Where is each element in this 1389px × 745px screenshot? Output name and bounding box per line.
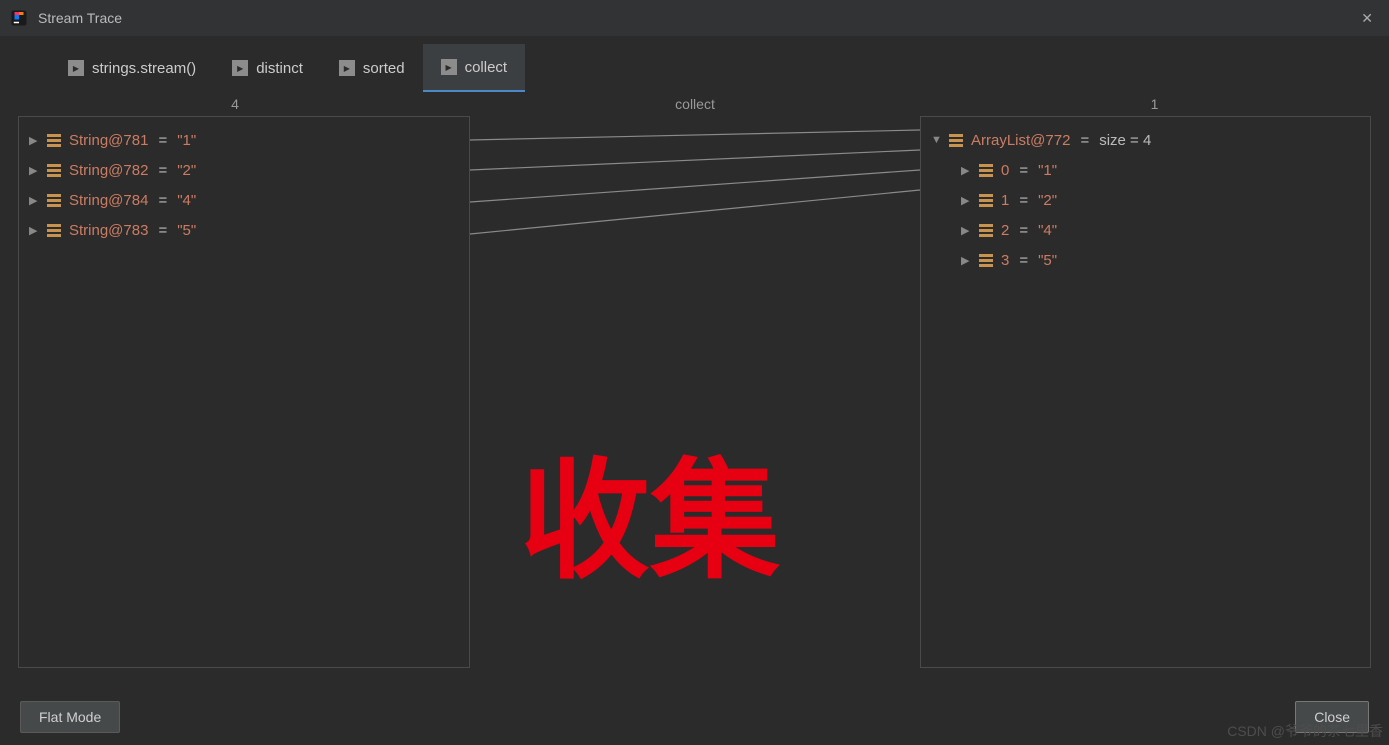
tab-label: sorted (363, 60, 405, 77)
object-icon (47, 194, 61, 207)
tab-distinct[interactable]: distinct (214, 44, 321, 92)
intellij-icon (10, 9, 28, 27)
object-icon (979, 164, 993, 177)
tab-sorted[interactable]: sorted (321, 44, 423, 92)
play-icon (68, 60, 84, 76)
object-value: "2" (177, 162, 196, 179)
right-count: 1 (920, 96, 1389, 112)
mapping-panel: 收集 (470, 116, 920, 668)
equals-sign: = (158, 162, 167, 179)
object-value: "1" (177, 132, 196, 149)
input-panel: ▶ String@781 = "1" ▶ String@782 = "2" ▶ … (18, 116, 470, 668)
equals-sign: = (1080, 132, 1089, 149)
play-icon (232, 60, 248, 76)
left-count: 4 (0, 96, 470, 112)
object-name: String@781 (69, 132, 148, 149)
close-icon[interactable]: ✕ (1355, 10, 1379, 27)
object-name: String@782 (69, 162, 148, 179)
object-value: "4" (1038, 222, 1057, 239)
expand-icon[interactable]: ▶ (29, 224, 39, 237)
equals-sign: = (158, 222, 167, 239)
list-item[interactable]: ▶ String@782 = "2" (23, 155, 465, 185)
tab-bar: strings.stream() distinct sorted collect (0, 44, 1389, 92)
object-icon (949, 134, 963, 147)
mid-label: collect (470, 96, 920, 112)
expand-icon[interactable]: ▶ (29, 164, 39, 177)
tab-label: strings.stream() (92, 60, 196, 77)
equals-sign: = (1019, 222, 1028, 239)
object-icon (47, 134, 61, 147)
object-value: "5" (177, 222, 196, 239)
content: ▶ String@781 = "1" ▶ String@782 = "2" ▶ … (0, 116, 1389, 668)
play-icon (441, 59, 457, 75)
list-item[interactable]: ▶ String@783 = "5" (23, 215, 465, 245)
object-value: size = 4 (1099, 132, 1151, 149)
expand-icon[interactable]: ▶ (29, 194, 39, 207)
expand-icon[interactable]: ▶ (961, 254, 971, 267)
tab-label: collect (465, 59, 508, 76)
list-item[interactable]: ▶ 0 = "1" (925, 155, 1366, 185)
list-item[interactable]: ▶ String@784 = "4" (23, 185, 465, 215)
object-icon (47, 164, 61, 177)
list-item[interactable]: ▶ 1 = "2" (925, 185, 1366, 215)
equals-sign: = (158, 132, 167, 149)
output-panel: ▼ ArrayList@772 = size = 4 ▶ 0 = "1" ▶ 1… (920, 116, 1371, 668)
object-name: String@783 (69, 222, 148, 239)
title-bar: Stream Trace ✕ (0, 0, 1389, 36)
object-icon (979, 194, 993, 207)
list-item[interactable]: ▼ ArrayList@772 = size = 4 (925, 125, 1366, 155)
tab-collect[interactable]: collect (423, 44, 526, 92)
expand-icon[interactable]: ▶ (29, 134, 39, 147)
object-icon (979, 254, 993, 267)
object-name: 3 (1001, 252, 1009, 269)
object-value: "5" (1038, 252, 1057, 269)
object-name: ArrayList@772 (971, 132, 1070, 149)
object-icon (47, 224, 61, 237)
flat-mode-button[interactable]: Flat Mode (20, 701, 120, 733)
expand-icon[interactable]: ▶ (961, 224, 971, 237)
collapse-icon[interactable]: ▼ (931, 134, 941, 146)
object-name: 1 (1001, 192, 1009, 209)
equals-sign: = (158, 192, 167, 209)
list-item[interactable]: ▶ 2 = "4" (925, 215, 1366, 245)
equals-sign: = (1019, 192, 1028, 209)
equals-sign: = (1019, 162, 1028, 179)
window-title: Stream Trace (38, 10, 1355, 26)
tab-strings-stream[interactable]: strings.stream() (50, 44, 214, 92)
object-value: "4" (177, 192, 196, 209)
object-name: String@784 (69, 192, 148, 209)
list-item[interactable]: ▶ String@781 = "1" (23, 125, 465, 155)
object-value: "2" (1038, 192, 1057, 209)
column-header-row: 4 collect 1 (0, 92, 1389, 116)
footer: Flat Mode Close (0, 689, 1389, 745)
connector-svg (470, 116, 920, 668)
object-icon (979, 224, 993, 237)
close-button[interactable]: Close (1295, 701, 1369, 733)
expand-icon[interactable]: ▶ (961, 164, 971, 177)
object-name: 0 (1001, 162, 1009, 179)
list-item[interactable]: ▶ 3 = "5" (925, 245, 1366, 275)
equals-sign: = (1019, 252, 1028, 269)
object-name: 2 (1001, 222, 1009, 239)
tab-label: distinct (256, 60, 303, 77)
expand-icon[interactable]: ▶ (961, 194, 971, 207)
play-icon (339, 60, 355, 76)
object-value: "1" (1038, 162, 1057, 179)
